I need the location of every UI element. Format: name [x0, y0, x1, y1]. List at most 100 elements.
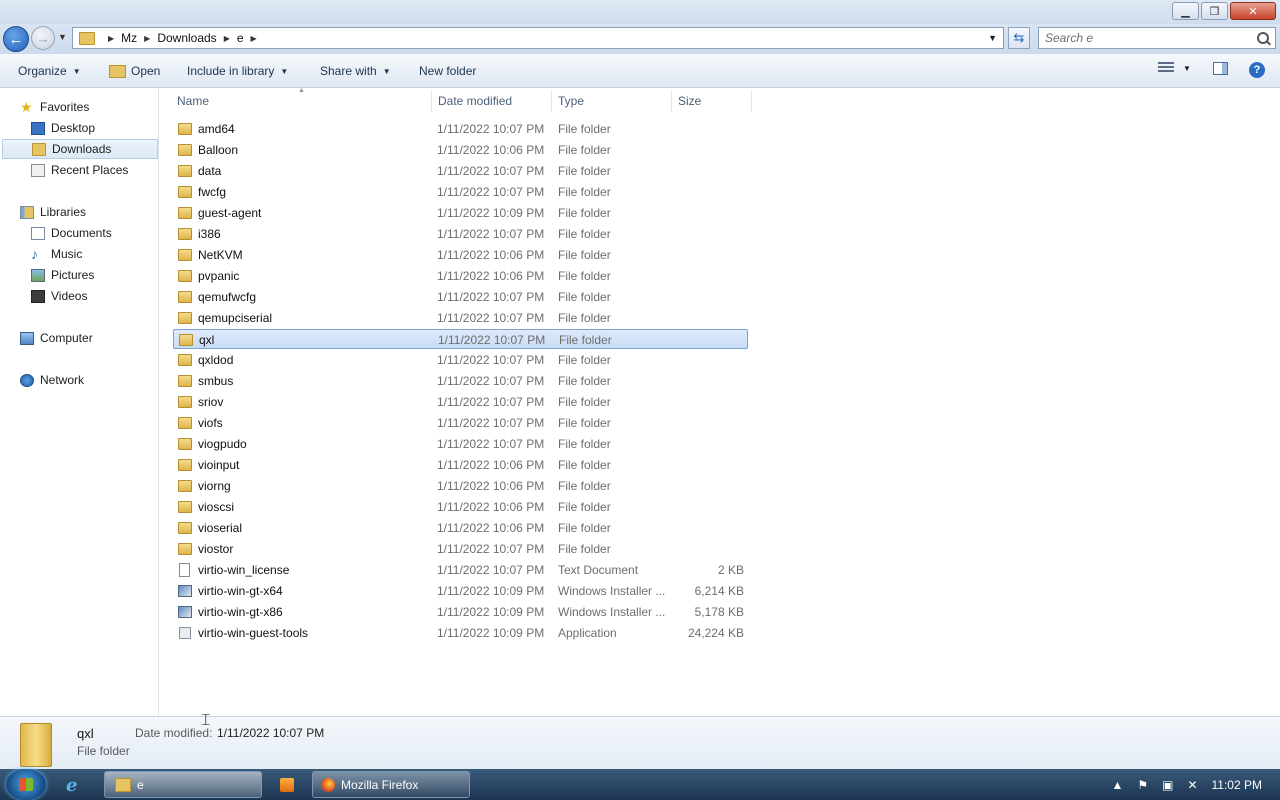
show-hidden-icons-icon[interactable]: ▲ [1111, 778, 1123, 792]
column-header-date[interactable]: Date modified [438, 94, 512, 108]
nav-computer[interactable]: Computer [0, 328, 178, 348]
breadcrumb-e[interactable]: e [237, 31, 244, 45]
table-row[interactable]: vioinput 1/11/2022 10:06 PM File folder [173, 455, 748, 475]
folder-icon [178, 312, 192, 324]
back-button[interactable]: ← [3, 26, 29, 52]
search-icon[interactable] [1257, 32, 1269, 44]
clock[interactable]: 11:02 PM [1212, 778, 1262, 792]
maximize-button[interactable]: ❐ [1201, 2, 1228, 20]
open-button[interactable]: Open [109, 64, 160, 78]
recent-pages-dropdown[interactable]: ▼ [58, 32, 67, 42]
file-type: File folder [558, 353, 611, 367]
nav-libraries[interactable]: Libraries [0, 202, 178, 222]
close-button[interactable]: ✕ [1230, 2, 1276, 20]
documents-icon [31, 226, 45, 240]
nav-favorites[interactable]: ★ Favorites [0, 97, 178, 117]
breadcrumb-downloads[interactable]: Downloads [157, 31, 216, 45]
organize-button[interactable]: Organize ▼ [18, 64, 81, 78]
file-date-modified: 1/11/2022 10:09 PM [437, 626, 545, 640]
navigation-pane: ★ Favorites Desktop Downloads Recent Plac… [0, 88, 159, 716]
address-bar[interactable]: ▶ Mz ▶ Downloads ▶ e ▶ ▼ [72, 27, 1004, 49]
file-date-modified: 1/11/2022 10:07 PM [437, 374, 545, 388]
nav-downloads[interactable]: Downloads [2, 139, 158, 159]
table-row[interactable]: pvpanic 1/11/2022 10:06 PM File folder [173, 266, 748, 286]
taskbar-media-player-button[interactable] [274, 771, 300, 798]
table-row[interactable]: virtio-win-guest-tools 1/11/2022 10:09 PM… [173, 623, 748, 643]
start-button[interactable] [6, 769, 46, 800]
column-divider[interactable] [431, 90, 432, 112]
column-divider[interactable] [751, 90, 752, 112]
action-center-flag-icon[interactable]: ⚑ [1137, 778, 1148, 792]
table-row[interactable]: viorng 1/11/2022 10:06 PM File folder [173, 476, 748, 496]
forward-button[interactable]: → [31, 26, 55, 50]
taskbar-explorer-button[interactable]: e [104, 771, 262, 798]
table-row[interactable]: amd64 1/11/2022 10:07 PM File folder [173, 119, 748, 139]
table-row[interactable]: qxldod 1/11/2022 10:07 PM File folder [173, 350, 748, 370]
file-name: vioinput [198, 458, 240, 472]
table-row[interactable]: qxl 1/11/2022 10:07 PM File folder [173, 329, 748, 349]
file-type: File folder [558, 290, 611, 304]
breadcrumb-chevron-icon[interactable]: ▶ [251, 34, 257, 43]
file-date-modified: 1/11/2022 10:07 PM [438, 333, 546, 347]
view-options-chevron-icon[interactable]: ▼ [1183, 64, 1191, 73]
column-header-type[interactable]: Type [558, 94, 584, 108]
table-row[interactable]: fwcfg 1/11/2022 10:07 PM File folder [173, 182, 748, 202]
file-date-modified: 1/11/2022 10:07 PM [437, 185, 545, 199]
breadcrumb-mz[interactable]: Mz [121, 31, 137, 45]
internet-explorer-icon[interactable]: e [66, 775, 88, 796]
table-row[interactable]: vioscsi 1/11/2022 10:06 PM File folder [173, 497, 748, 517]
table-row[interactable]: i386 1/11/2022 10:07 PM File folder [173, 224, 748, 244]
details-date-value: 1/11/2022 10:07 PM [217, 726, 325, 740]
nav-network[interactable]: Network [0, 370, 178, 390]
table-row[interactable]: viostor 1/11/2022 10:07 PM File folder [173, 539, 748, 559]
minimize-button[interactable]: ▁ [1172, 2, 1199, 20]
refresh-button[interactable]: ⇆ [1008, 27, 1030, 49]
table-row[interactable]: data 1/11/2022 10:07 PM File folder [173, 161, 748, 181]
share-with-button[interactable]: Share with ▼ [320, 64, 391, 78]
column-header-name[interactable]: Name [177, 94, 209, 108]
file-date-modified: 1/11/2022 10:07 PM [437, 290, 545, 304]
nav-label: Downloads [52, 142, 112, 156]
breadcrumb-chevron-icon[interactable]: ▶ [144, 34, 150, 43]
file-type: File folder [558, 458, 611, 472]
table-row[interactable]: guest-agent 1/11/2022 10:09 PM File folder [173, 203, 748, 223]
file-name: viostor [198, 542, 234, 556]
volume-muted-icon[interactable]: ✕ [1187, 778, 1197, 792]
change-view-icon[interactable] [1158, 62, 1174, 76]
table-row[interactable]: virtio-win-gt-x64 1/11/2022 10:09 PM Windo… [173, 581, 748, 601]
table-row[interactable]: Balloon 1/11/2022 10:06 PM File folder [173, 140, 748, 160]
folder-icon [178, 480, 192, 492]
folder-icon [178, 291, 192, 303]
table-row[interactable]: sriov 1/11/2022 10:07 PM File folder [173, 392, 748, 412]
preview-pane-icon[interactable] [1213, 62, 1228, 75]
table-row[interactable]: qemufwcfg 1/11/2022 10:07 PM File folder [173, 287, 748, 307]
folder-icon [178, 249, 192, 261]
breadcrumb-chevron-icon[interactable]: ▶ [108, 34, 114, 43]
search-input[interactable]: Search e [1038, 27, 1276, 49]
table-row[interactable]: virtio-win-gt-x86 1/11/2022 10:09 PM Windo… [173, 602, 748, 622]
help-icon[interactable]: ? [1249, 62, 1265, 78]
file-name: qxldod [198, 353, 234, 367]
file-size: 2 KB [717, 563, 744, 577]
file-name: NetKVM [198, 248, 243, 262]
caption-buttons: ▁ ❐ ✕ [1172, 2, 1276, 20]
column-divider[interactable] [671, 90, 672, 112]
new-folder-button[interactable]: New folder [419, 64, 476, 78]
file-date-modified: 1/11/2022 10:07 PM [437, 353, 545, 367]
file-type: Text Document [558, 563, 639, 577]
table-row[interactable]: smbus 1/11/2022 10:07 PM File folder [173, 371, 748, 391]
table-row[interactable]: viofs 1/11/2022 10:07 PM File folder [173, 413, 748, 433]
table-row[interactable]: vioserial 1/11/2022 10:06 PM File folder [173, 518, 748, 538]
display-icon[interactable]: ▣ [1162, 778, 1173, 792]
address-dropdown-icon[interactable]: ▼ [988, 33, 997, 43]
column-divider[interactable] [551, 90, 552, 112]
breadcrumb-chevron-icon[interactable]: ▶ [224, 34, 230, 43]
file-name: amd64 [198, 122, 235, 136]
table-row[interactable]: NetKVM 1/11/2022 10:06 PM File folder [173, 245, 748, 265]
table-row[interactable]: viogpudo 1/11/2022 10:07 PM File folder [173, 434, 748, 454]
taskbar-firefox-button[interactable]: Mozilla Firefox [312, 771, 470, 798]
table-row[interactable]: qemupciserial 1/11/2022 10:07 PM File fold… [173, 308, 748, 328]
include-in-library-button[interactable]: Include in library ▼ [187, 64, 288, 78]
table-row[interactable]: virtio-win_license 1/11/2022 10:07 PM Text… [173, 560, 748, 580]
column-header-size[interactable]: Size [678, 94, 701, 108]
